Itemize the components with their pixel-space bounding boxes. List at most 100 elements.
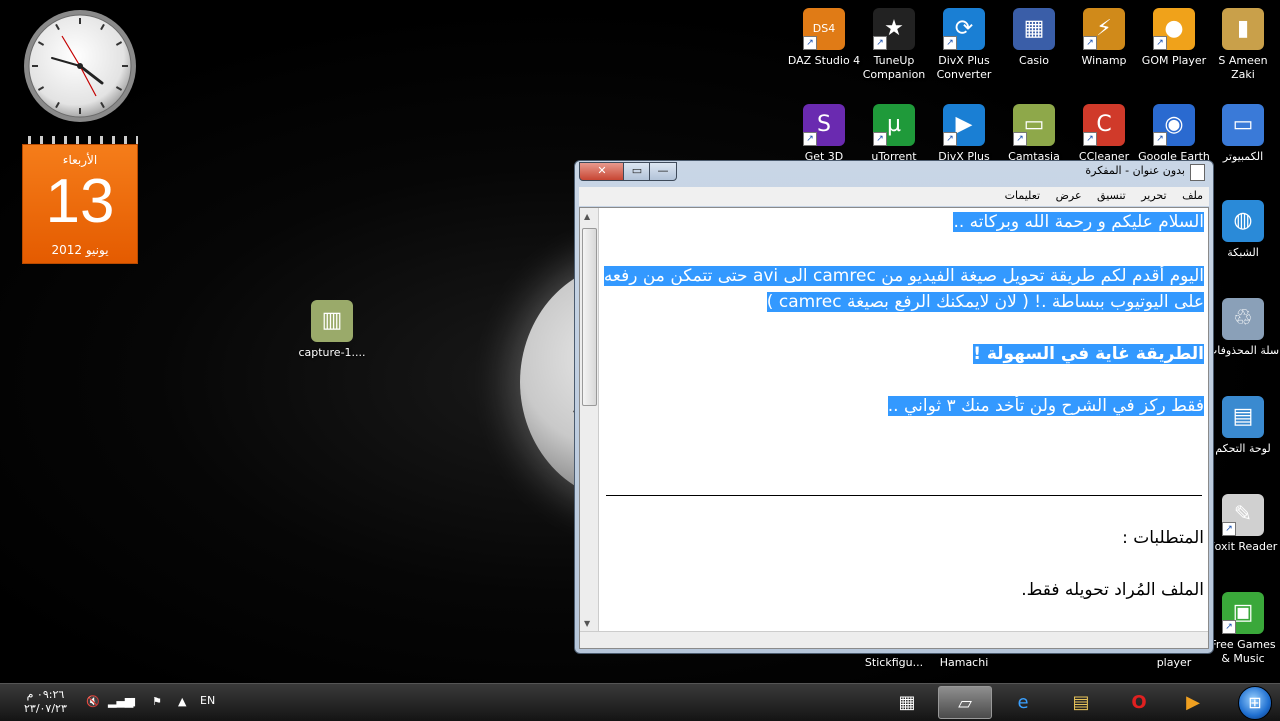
text-line: المتطلبات : — [1122, 528, 1204, 548]
vertical-scrollbar[interactable]: ▲ ▼ — [580, 208, 599, 632]
desktop-icon-casio[interactable]: ▦ Casio — [997, 8, 1071, 68]
flag-icon[interactable]: ⚑ — [152, 695, 162, 708]
desktop-icon-label: S Ameen Zaki — [1218, 54, 1268, 81]
desktop-icon-label: Casio — [1019, 54, 1049, 67]
text-line: اليوم أقدم لكم طريقة تحويل صيغة الفيديو … — [603, 266, 1204, 286]
taskbar-app-notepad[interactable]: ▱ — [938, 686, 992, 719]
desktop-icon-gom-player[interactable]: ● ↗ GOM Player — [1137, 8, 1211, 68]
get3d-icon: S ↗ — [803, 104, 845, 146]
tray-time: ٠٩:٢٦ م — [26, 688, 65, 701]
windows-logo-icon: ⊞ — [1248, 693, 1262, 712]
desktop-icon-user-folder[interactable]: ▮ S Ameen Zaki — [1206, 8, 1280, 82]
folder-icon: ▤ — [1072, 692, 1090, 713]
desktop-icon-label: DAZ Studio 4 — [787, 54, 861, 67]
desktop-icon-utorrent[interactable]: µ ↗ uTorrent — [857, 104, 931, 164]
shortcut-arrow-icon: ↗ — [803, 132, 817, 146]
desktop-icon-label: الشبكة — [1227, 246, 1259, 259]
desktop-icon-winamp[interactable]: ⚡ ↗ Winamp — [1067, 8, 1141, 68]
desktop-icon-label: Stickfigu... — [864, 656, 924, 669]
taskbar-app-explorer[interactable]: ▤ — [1054, 686, 1108, 719]
tray-date: ٢٣/٠٧/٢٣ — [24, 702, 67, 715]
notepad-titlebar[interactable]: ✕ ▭ — بدون عنوان - المفكرة — [575, 161, 1213, 183]
desktop: الأربعاء 13 يونيو 2012 DS4 ↗ DAZ Studio 4 … — [0, 0, 1280, 683]
battery-icon[interactable]: ▮ — [130, 695, 136, 708]
taskbar-app-media-player[interactable]: ▶ — [1166, 686, 1220, 719]
close-button[interactable]: ✕ — [579, 162, 625, 181]
computer-icon: ▭ — [1222, 104, 1264, 146]
desktop-icon-capture-file[interactable]: ▥ capture-1.... — [295, 300, 369, 360]
menu-bar: ملف تحرير تنسيق عرض تعليمات — [579, 187, 1209, 206]
shortcut-arrow-icon: ↗ — [873, 36, 887, 50]
desktop-icon-ccleaner[interactable]: C ↗ CCleaner — [1067, 104, 1141, 164]
notepad-window[interactable]: ✕ ▭ — بدون عنوان - المفكرة ملف تحرير تنس… — [574, 160, 1214, 654]
foxit-icon: ✎ ↗ — [1222, 494, 1264, 536]
utorrent-icon: µ ↗ — [873, 104, 915, 146]
calendar-weekday: الأربعاء — [62, 153, 98, 167]
desktop-icon-google-earth[interactable]: ◉ ↗ Google Earth — [1137, 104, 1211, 164]
taskbar-app-opera[interactable]: O — [1112, 686, 1166, 719]
desktop-icon-daz[interactable]: DS4 ↗ DAZ Studio 4 — [787, 8, 861, 68]
app-icon: ▦ — [898, 692, 916, 713]
user-icon: ▮ — [1222, 8, 1264, 50]
taskbar-app-misc[interactable]: ▦ — [880, 686, 934, 719]
desktop-icon-label: GOM Player — [1141, 54, 1207, 67]
opera-icon: O — [1131, 692, 1147, 713]
horizontal-scrollbar[interactable] — [580, 631, 1208, 648]
shortcut-arrow-icon: ↗ — [1083, 132, 1097, 146]
googleearth-icon: ◉ ↗ — [1153, 104, 1195, 146]
desktop-icon-tuneup[interactable]: ★ ↗ TuneUp Companion — [857, 8, 931, 82]
shortcut-arrow-icon: ↗ — [1153, 132, 1167, 146]
shortcut-arrow-icon: ↗ — [943, 36, 957, 50]
desktop-icon-network[interactable]: ◍ الشبكة — [1206, 200, 1280, 260]
tray-expand-icon[interactable]: ▲ — [178, 695, 186, 708]
desktop-icon-recycle-bin[interactable]: ♲ سلة المحذوفات — [1206, 298, 1280, 358]
menu-format[interactable]: تنسيق — [1091, 187, 1132, 204]
menu-view[interactable]: عرض — [1050, 187, 1088, 204]
desktop-icon-divx-converter[interactable]: ⟳ ↗ DivX Plus Converter — [927, 8, 1001, 82]
shortcut-arrow-icon: ↗ — [1083, 36, 1097, 50]
notepad-app-icon[interactable] — [1190, 164, 1205, 181]
games-icon: ▣ ↗ — [1222, 592, 1264, 634]
desktop-icon-control-panel[interactable]: ▤ لوحة التحكم — [1206, 396, 1280, 456]
desktop-icon-label: Free Games & Music — [1210, 638, 1276, 665]
text-line: على اليوتيوب ببساطة .! ( لان لايمكنك الر… — [766, 292, 1204, 312]
start-button[interactable]: ⊞ — [1238, 686, 1272, 720]
menu-edit[interactable]: تحرير — [1135, 187, 1172, 204]
desktop-icon-computer[interactable]: ▭ الكمبيوتر — [1206, 104, 1280, 164]
desktop-icon-label: TuneUp Companion — [862, 54, 926, 81]
notepad-icon: ▱ — [958, 693, 972, 714]
volume-muted-icon[interactable]: 🔇 — [86, 695, 100, 708]
clock-face-icon — [24, 10, 136, 122]
desktop-icon-free-games[interactable]: ▣ ↗ Free Games & Music — [1206, 592, 1280, 666]
tray-clock[interactable]: ٠٩:٢٦ م ٢٣/٠٧/٢٣ — [24, 688, 67, 716]
scroll-down-arrow-icon[interactable]: ▼ — [584, 619, 590, 628]
scrollbar-thumb[interactable] — [582, 228, 597, 406]
scroll-up-arrow-icon[interactable]: ▲ — [584, 212, 590, 221]
casio-icon: ▦ — [1013, 8, 1055, 50]
menu-help[interactable]: تعليمات — [999, 187, 1046, 204]
language-indicator[interactable]: EN — [200, 694, 215, 707]
calendar-gadget[interactable]: الأربعاء 13 يونيو 2012 — [22, 136, 138, 264]
control-icon: ▤ — [1222, 396, 1264, 438]
desktop-icon-label: سلة المحذوفات — [1206, 344, 1280, 357]
camtasia-icon: ▭ ↗ — [1013, 104, 1055, 146]
capture-icon: ▥ — [311, 300, 353, 342]
daz-icon: DS4 ↗ — [803, 8, 845, 50]
text-editor-area[interactable]: ▲ ▼ السلام عليكم و رحمة الله وبركاته .. … — [579, 207, 1209, 649]
text-line: السلام عليكم و رحمة الله وبركاته .. — [953, 212, 1204, 232]
calendar-day-number: 13 — [45, 167, 115, 236]
clock-gadget[interactable] — [22, 8, 138, 124]
document-text[interactable]: السلام عليكم و رحمة الله وبركاته .. اليو… — [603, 208, 1204, 632]
text-line: فقط ركز في الشرح ولن تأخد منك ٣ ثواني .. — [887, 396, 1204, 416]
menu-file[interactable]: ملف — [1176, 187, 1209, 204]
text-line: الطريقة غاية في السهولة ! — [973, 344, 1204, 364]
maximize-button[interactable]: ▭ — [623, 162, 651, 181]
minimize-button[interactable]: — — [649, 162, 677, 181]
shortcut-arrow-icon: ↗ — [1222, 522, 1236, 536]
taskbar-app-internet-explorer[interactable]: e — [996, 686, 1050, 719]
desktop-icon-label: capture-1.... — [298, 346, 366, 359]
desktop-icon-label: لوحة التحكم — [1215, 442, 1271, 455]
desktop-icon-foxit[interactable]: ✎ ↗ Foxit Reader — [1206, 494, 1280, 554]
desktop-icon-label: Winamp — [1081, 54, 1127, 67]
desktop-icon-label: Hamachi — [939, 656, 989, 669]
